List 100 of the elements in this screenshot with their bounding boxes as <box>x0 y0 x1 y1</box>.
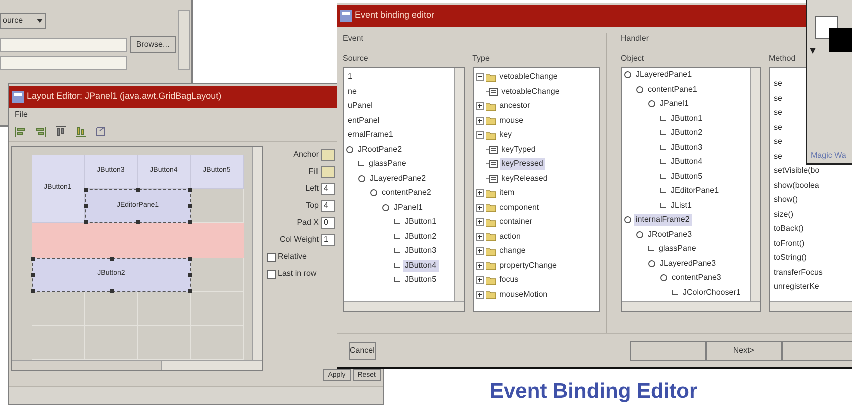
tree-item[interactable]: uPanel <box>346 100 375 112</box>
list-item[interactable]: toBack() <box>774 223 804 238</box>
scrollbar[interactable] <box>622 301 760 311</box>
tree-item[interactable]: 1 <box>346 71 354 84</box>
scrollbar[interactable] <box>252 147 262 360</box>
tree-item[interactable]: JPanel1 <box>392 202 425 214</box>
list-item[interactable]: show(boolea <box>774 180 820 194</box>
resize-handle[interactable] <box>188 188 192 192</box>
tree-item[interactable]: item <box>498 187 517 200</box>
tree-item[interactable]: JButton5 <box>669 170 705 183</box>
tree-item[interactable]: keyPressed <box>500 158 546 170</box>
expand-icon[interactable] <box>476 116 484 125</box>
resize-handle[interactable] <box>84 220 88 224</box>
node-open-icon[interactable] <box>624 216 632 224</box>
resize-handle[interactable] <box>110 256 114 260</box>
resize-handle[interactable] <box>110 288 114 293</box>
input-field[interactable] <box>0 56 127 70</box>
list-item[interactable]: se <box>774 150 782 165</box>
node-open-icon[interactable] <box>648 100 656 108</box>
tree-item[interactable]: component <box>498 202 542 214</box>
tree-item[interactable]: JLayeredPane1 <box>634 69 694 82</box>
collapse-icon[interactable] <box>476 73 484 82</box>
tree-item[interactable]: JButton3 <box>403 245 439 258</box>
align-top-icon[interactable] <box>55 126 67 138</box>
tree-item[interactable]: propertyChange <box>498 260 559 272</box>
list-item[interactable]: unregisterKe <box>774 281 820 296</box>
tree-item[interactable]: key <box>498 129 514 142</box>
tree-item[interactable]: container <box>498 216 534 228</box>
node-open-icon[interactable] <box>636 230 644 239</box>
tree-item[interactable]: mouse <box>498 114 526 127</box>
tree-item[interactable]: keyTyped <box>500 144 538 156</box>
input-field[interactable]: 4 <box>321 183 335 195</box>
tree-item[interactable]: JLayeredPane3 <box>658 258 718 270</box>
tree-item[interactable]: keyReleased <box>500 172 550 185</box>
browse-button[interactable]: Browse... <box>130 36 176 53</box>
expand-icon[interactable] <box>476 189 484 198</box>
scrollbar[interactable] <box>12 360 262 370</box>
combo-box[interactable] <box>321 149 335 161</box>
align-bottom-icon[interactable] <box>75 126 87 138</box>
scrollbar[interactable] <box>770 301 852 311</box>
tree-item[interactable]: change <box>498 245 528 258</box>
list-item[interactable]: se <box>774 107 782 122</box>
node-open-icon[interactable] <box>358 174 366 183</box>
list-item[interactable]: se <box>774 92 782 107</box>
tree-item[interactable]: JList1 <box>669 200 694 212</box>
next-button[interactable]: Next> <box>706 340 782 360</box>
tree-item[interactable]: ne <box>346 86 359 98</box>
list-item[interactable]: size() <box>774 208 794 223</box>
blank-button[interactable] <box>630 340 706 360</box>
checkbox[interactable] <box>267 252 276 262</box>
align-left-icon[interactable] <box>15 126 27 138</box>
align-right-icon[interactable] <box>35 126 47 138</box>
expand-icon[interactable] <box>476 102 484 110</box>
tree-item[interactable]: focus <box>498 274 521 286</box>
tree-item[interactable]: JLayeredPane2 <box>368 172 428 185</box>
tree-item[interactable]: entPanel <box>346 114 382 127</box>
expand-icon[interactable] <box>476 290 484 299</box>
tree-item[interactable]: JRootPane2 <box>356 144 404 156</box>
resize-handle[interactable] <box>188 272 192 277</box>
tree-item[interactable]: contentPane2 <box>380 187 434 200</box>
resize-handle[interactable] <box>31 272 35 277</box>
resize-handle[interactable] <box>31 256 35 260</box>
tree-item[interactable]: JButton4 <box>669 156 705 168</box>
tree-item[interactable]: action <box>498 230 523 243</box>
tree-item[interactable]: internalFrame2 <box>634 214 692 226</box>
tree-item[interactable]: JButton2 <box>669 127 705 140</box>
tree-item[interactable]: JButton3 <box>669 142 705 154</box>
tree-item[interactable]: ancestor <box>498 100 532 112</box>
tree-item[interactable]: contentPane3 <box>670 272 724 284</box>
input-field[interactable] <box>0 38 127 52</box>
scrollbar[interactable] <box>344 301 464 311</box>
resize-handle[interactable] <box>31 288 35 293</box>
tree-item[interactable]: JButton5 <box>403 274 439 286</box>
tree-item[interactable]: JButton4 <box>403 260 439 272</box>
scrollbar[interactable] <box>750 68 760 301</box>
menu-item[interactable]: File <box>15 109 28 121</box>
tree-item[interactable]: JButton1 <box>403 216 439 228</box>
node-open-icon[interactable] <box>648 260 656 268</box>
node-open-icon[interactable] <box>624 71 632 80</box>
tree-item[interactable]: vetoableChange <box>498 71 560 84</box>
list-item[interactable]: setVisible(bo <box>774 165 820 180</box>
list-item[interactable]: se <box>774 122 782 136</box>
list-item[interactable]: toString() <box>774 252 807 266</box>
tree-item[interactable]: vetoableChange <box>500 86 562 98</box>
tree-item[interactable]: glassPane <box>367 158 408 170</box>
list-item[interactable]: toFront() <box>774 238 805 252</box>
tree-item[interactable]: JRootPane3 <box>646 228 694 241</box>
resize-handle[interactable] <box>188 220 192 224</box>
resize-handle[interactable] <box>84 188 88 192</box>
resize-icon[interactable] <box>95 126 107 138</box>
resize-handle[interactable] <box>136 188 140 192</box>
expand-icon[interactable] <box>476 276 484 284</box>
list-item[interactable]: se <box>774 136 782 150</box>
expand-icon[interactable] <box>476 204 484 212</box>
tree-item[interactable]: JColorChooser1 <box>681 286 743 299</box>
tree-item[interactable]: glassPane <box>657 243 698 256</box>
expand-icon[interactable] <box>476 218 484 226</box>
input-field[interactable]: 1 <box>321 234 335 246</box>
scrollbar[interactable] <box>454 68 464 301</box>
dropdown[interactable]: ource <box>0 13 46 29</box>
